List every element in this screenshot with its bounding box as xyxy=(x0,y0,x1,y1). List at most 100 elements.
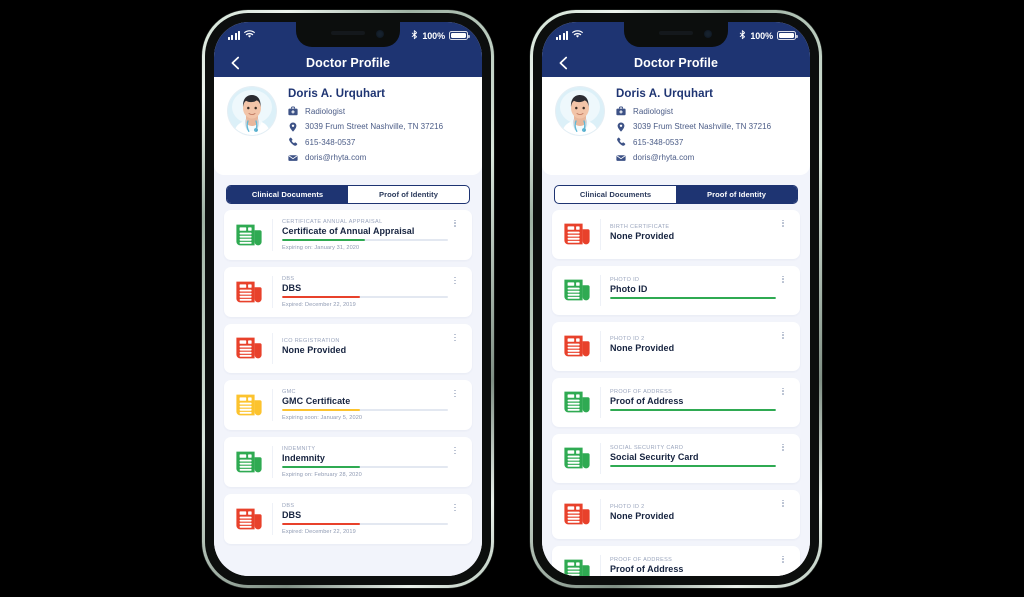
document-icon xyxy=(232,276,272,308)
document-row[interactable]: GMC GMC Certificate Expiring soon: January… xyxy=(224,379,472,430)
battery-icon xyxy=(777,31,798,40)
document-title: Indemnity xyxy=(282,453,325,464)
document-category-label: SOCIAL SECURITY CARD xyxy=(610,444,684,451)
document-row[interactable]: SOCIAL SECURITY CARD Social Security Card xyxy=(552,433,800,483)
document-status-bar-fill xyxy=(610,297,776,300)
more-vertical-icon xyxy=(454,276,456,285)
doctor-name: Doris A. Urquhart xyxy=(288,88,386,100)
phone-screen-left: 100% Doctor Profile Doris A. Urquhart Ra… xyxy=(214,22,482,576)
screen-scroll-area[interactable]: Doris A. Urquhart Radiologist 3039 Frum … xyxy=(214,77,482,576)
document-title: GMC Certificate xyxy=(282,396,351,407)
document-overflow-menu-button[interactable] xyxy=(776,499,790,530)
document-overflow-menu-button[interactable] xyxy=(448,333,462,364)
tab-group: Clinical Documents Proof of Identity xyxy=(226,184,470,204)
document-status-bar xyxy=(610,297,776,300)
document-details: PHOTO ID 2 None Provided xyxy=(600,498,776,530)
document-icon xyxy=(232,389,272,421)
battery-percent-label: 100% xyxy=(422,30,445,41)
document-status-bar xyxy=(282,296,448,298)
document-row[interactable]: PROOF OF ADDRESS Proof of Address xyxy=(552,545,800,577)
document-row[interactable]: ICO REGISTRATION None Provided xyxy=(224,323,472,373)
document-title: None Provided xyxy=(610,231,675,242)
document-expiry-note: Expired: December 22, 2019 xyxy=(282,528,356,535)
profile-row-address: 3039 Frum Street Nashville, TN 37216 xyxy=(288,122,468,132)
document-glyph xyxy=(236,337,262,359)
document-glyph xyxy=(236,451,262,473)
earpiece-speaker-icon xyxy=(659,31,693,35)
document-icon xyxy=(232,333,272,364)
more-vertical-icon xyxy=(454,333,456,342)
document-list-right[interactable]: BIRTH CERTIFICATE None Provided PHOTO ID Ph… xyxy=(542,209,810,577)
more-vertical-icon xyxy=(782,219,784,228)
document-status-bar xyxy=(610,409,776,412)
profile-phone: 615-348-0537 xyxy=(305,137,356,147)
document-overflow-menu-button[interactable] xyxy=(776,443,790,474)
document-status-bar-fill xyxy=(610,465,776,468)
document-overflow-menu-button[interactable] xyxy=(448,446,462,478)
document-overflow-menu-button[interactable] xyxy=(448,219,462,251)
document-list-left[interactable]: CERTIFICATE ANNUAL APPRAISAL Certificate … xyxy=(214,209,482,561)
document-row[interactable]: PHOTO ID Photo ID xyxy=(552,265,800,315)
document-row[interactable]: CERTIFICATE ANNUAL APPRAISAL Certificate … xyxy=(224,209,472,260)
document-category-label: PHOTO ID 2 xyxy=(610,335,645,342)
document-overflow-menu-button[interactable] xyxy=(776,331,790,362)
document-expiry-note: Expired: December 22, 2019 xyxy=(282,301,356,308)
document-icon xyxy=(560,331,600,362)
document-overflow-menu-button[interactable] xyxy=(776,219,790,250)
phone-icon xyxy=(616,137,626,147)
document-icon xyxy=(232,446,272,478)
document-category-label: DBS xyxy=(282,502,295,509)
document-overflow-menu-button[interactable] xyxy=(776,387,790,418)
document-details: PROOF OF ADDRESS Proof of Address xyxy=(600,554,776,576)
profile-row-specialty: Radiologist xyxy=(616,106,796,116)
document-icon xyxy=(560,555,600,576)
document-title: None Provided xyxy=(610,511,675,522)
document-title: None Provided xyxy=(282,345,347,356)
document-glyph xyxy=(564,279,590,301)
tab-clinical-documents[interactable]: Clinical Documents xyxy=(227,185,348,203)
document-overflow-menu-button[interactable] xyxy=(776,275,790,306)
page-title: Doctor Profile xyxy=(305,56,391,70)
document-overflow-menu-button[interactable] xyxy=(448,276,462,308)
status-bar-right: 100% xyxy=(739,29,798,42)
document-overflow-menu-button[interactable] xyxy=(448,389,462,421)
earpiece-speaker-icon xyxy=(331,31,365,35)
document-expiry-note: Expiring on: February 28, 2020 xyxy=(282,471,362,478)
profile-address: 3039 Frum Street Nashville, TN 37216 xyxy=(633,122,772,131)
document-title: DBS xyxy=(282,283,302,294)
screen-scroll-area[interactable]: Doris A. Urquhart Radiologist 3039 Frum … xyxy=(542,77,810,576)
document-title: Proof of Address xyxy=(610,564,684,575)
tab-proof-of-identity[interactable]: Proof of Identity xyxy=(348,186,469,203)
document-glyph xyxy=(564,503,590,525)
more-vertical-icon xyxy=(782,387,784,396)
page-title: Doctor Profile xyxy=(633,56,719,70)
bluetooth-icon xyxy=(411,29,418,42)
document-details: GMC GMC Certificate Expiring soon: January… xyxy=(272,388,448,421)
document-row[interactable]: INDEMNITY Indemnity Expiring on: February … xyxy=(224,436,472,487)
document-overflow-menu-button[interactable] xyxy=(776,555,790,577)
profile-row-specialty: Radiologist xyxy=(288,106,468,116)
profile-email: doris@rhyta.com xyxy=(633,153,695,162)
document-title: Proof of Address xyxy=(610,396,684,407)
profile-info: Doris A. Urquhart Radiologist 3039 Frum … xyxy=(288,87,468,163)
tab-proof-of-identity[interactable]: Proof of Identity xyxy=(676,185,797,203)
document-row[interactable]: DBS DBS Expired: December 22, 2019 xyxy=(224,266,472,317)
document-glyph xyxy=(564,447,590,469)
document-details: BIRTH CERTIFICATE None Provided xyxy=(600,218,776,250)
document-row[interactable]: PHOTO ID 2 None Provided xyxy=(552,489,800,539)
document-row[interactable]: DBS DBS Expired: December 22, 2019 xyxy=(224,493,472,544)
document-row[interactable]: BIRTH CERTIFICATE None Provided xyxy=(552,209,800,259)
phone-notch xyxy=(624,22,728,47)
profile-phone: 615-348-0537 xyxy=(633,137,684,147)
document-row[interactable]: PHOTO ID 2 None Provided xyxy=(552,321,800,371)
battery-icon xyxy=(449,31,470,40)
profile-specialty: Radiologist xyxy=(305,106,346,116)
nav-bar: Doctor Profile xyxy=(214,49,482,77)
document-overflow-menu-button[interactable] xyxy=(448,503,462,535)
avatar xyxy=(228,87,276,135)
profile-row-phone: 615-348-0537 xyxy=(288,137,468,147)
document-row[interactable]: PROOF OF ADDRESS Proof of Address xyxy=(552,377,800,427)
doctor-name: Doris A. Urquhart xyxy=(616,88,714,100)
status-bar-left xyxy=(228,30,255,41)
tab-clinical-documents[interactable]: Clinical Documents xyxy=(555,186,676,203)
